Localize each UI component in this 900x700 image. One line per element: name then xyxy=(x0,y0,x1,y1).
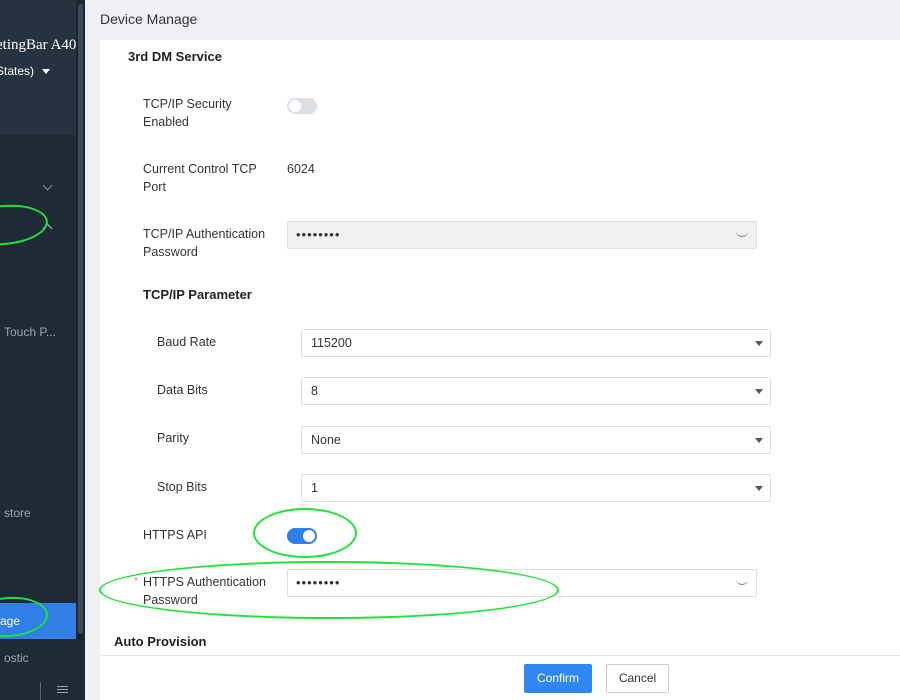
page-title: Device Manage xyxy=(100,11,198,27)
tcp-auth-password-label: TCP/IP Authentication Password xyxy=(143,227,266,259)
https-auth-password-field[interactable]: •••••••• xyxy=(287,569,757,597)
stop-bits-select[interactable]: 1 xyxy=(301,474,771,502)
sidebar-scrollbar[interactable] xyxy=(76,0,85,640)
stop-bits-label: Stop Bits xyxy=(157,480,208,494)
divider xyxy=(40,682,41,700)
https-auth-password-label-text: HTTPS Authentication Password xyxy=(143,575,266,607)
data-bits-select[interactable]: 8 xyxy=(301,377,771,405)
collapse-menu-icon[interactable] xyxy=(57,686,68,696)
chevron-up-icon[interactable] xyxy=(42,223,53,234)
eye-closed-icon[interactable] xyxy=(736,231,748,237)
port-label: Current Control TCP Port xyxy=(143,162,257,194)
tcp-security-toggle[interactable] xyxy=(287,98,317,114)
parity-label: Parity xyxy=(157,431,189,445)
port-value: 6024 xyxy=(287,162,315,176)
stop-bits-value: 1 xyxy=(311,481,318,495)
https-api-toggle[interactable] xyxy=(287,528,317,544)
region-selector[interactable]: States) xyxy=(0,64,51,78)
required-mark: * xyxy=(134,576,138,587)
section-title: 3rd DM Service xyxy=(128,49,222,64)
https-api-label: HTTPS API xyxy=(143,528,207,542)
caret-down-icon xyxy=(755,341,763,346)
data-bits-value: 8 xyxy=(311,384,318,398)
caret-down-icon xyxy=(755,438,763,443)
baud-rate-select[interactable]: 115200 xyxy=(301,329,771,357)
caret-down-icon xyxy=(755,486,763,491)
form-footer: Confirm Cancel xyxy=(100,655,900,700)
https-auth-password-label: * HTTPS Authentication Password xyxy=(134,573,278,609)
caret-down-icon xyxy=(42,69,51,75)
tcp-security-label: TCP/IP Security Enabled xyxy=(143,97,232,129)
sidebar: etingBar A40 States) Touch P... store ag… xyxy=(0,0,85,700)
confirm-button[interactable]: Confirm xyxy=(524,664,592,693)
device-model-title: etingBar A40 xyxy=(0,37,77,53)
chevron-down-icon[interactable] xyxy=(42,180,53,191)
eye-closed-icon[interactable] xyxy=(736,579,748,585)
tcp-parameter-title: TCP/IP Parameter xyxy=(143,287,252,302)
sidebar-item-restore[interactable]: store xyxy=(0,506,85,520)
scrollbar-thumb[interactable] xyxy=(78,4,83,634)
sidebar-item-device-manage[interactable]: age xyxy=(0,603,85,639)
settings-panel: 3rd DM Service TCP/IP Security Enabled C… xyxy=(100,40,900,655)
sidebar-header: etingBar A40 States) xyxy=(0,0,85,135)
tcp-auth-password-field[interactable]: •••••••• xyxy=(287,221,757,249)
parity-value: None xyxy=(311,433,341,447)
sidebar-item-diagnostic[interactable]: ostic xyxy=(0,651,85,665)
cancel-button[interactable]: Cancel xyxy=(606,664,669,693)
parity-select[interactable]: None xyxy=(301,426,771,454)
tcp-auth-password-value: •••••••• xyxy=(296,227,341,242)
data-bits-label: Data Bits xyxy=(157,383,208,397)
sidebar-footer xyxy=(0,678,85,700)
caret-down-icon xyxy=(755,389,763,394)
https-auth-password-value: •••••••• xyxy=(296,575,341,590)
auto-provision-title: Auto Provision xyxy=(114,634,207,649)
sidebar-item-touch-panel[interactable]: Touch P... xyxy=(0,325,85,339)
baud-rate-label: Baud Rate xyxy=(157,335,217,349)
baud-rate-value: 115200 xyxy=(311,336,352,350)
region-label: States) xyxy=(0,64,35,78)
